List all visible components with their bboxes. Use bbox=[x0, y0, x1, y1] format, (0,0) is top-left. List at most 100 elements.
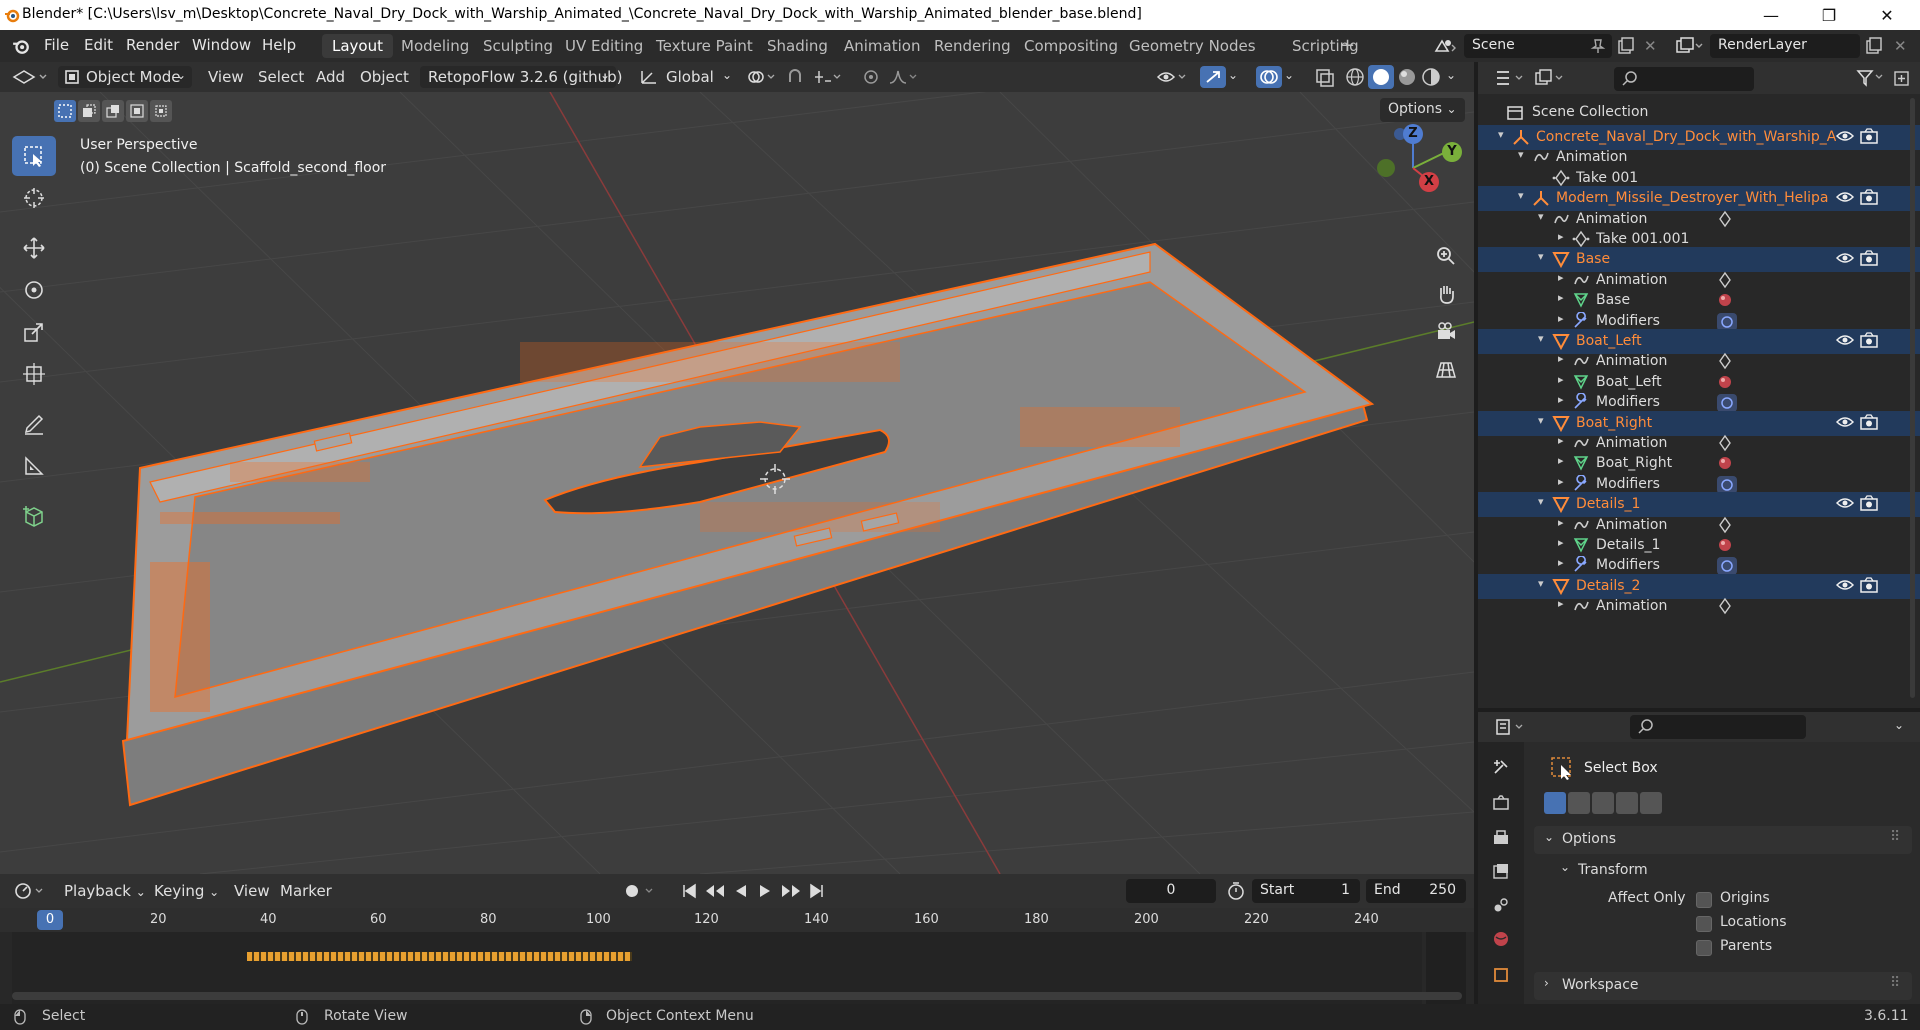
tool-cursor[interactable] bbox=[12, 178, 56, 218]
pin-icon[interactable] bbox=[1590, 38, 1606, 54]
menu-object[interactable]: Object bbox=[352, 66, 417, 88]
view-layer-tab-icon[interactable] bbox=[1486, 856, 1516, 886]
properties-editor-type-icon[interactable] bbox=[1494, 717, 1528, 737]
scene-tab-icon[interactable] bbox=[1486, 890, 1516, 920]
workspace-panel-header[interactable]: › Workspace ⠿ bbox=[1534, 972, 1912, 1000]
locations-checkbox[interactable] bbox=[1696, 916, 1712, 932]
minimize-button[interactable]: — bbox=[1748, 0, 1794, 30]
perspective-toggle-icon[interactable] bbox=[1428, 352, 1464, 388]
menu-add[interactable]: Add bbox=[308, 66, 353, 88]
view-layer-icon[interactable] bbox=[1674, 35, 1704, 57]
tool-rotate[interactable] bbox=[12, 270, 56, 310]
proportional-editing-icon[interactable] bbox=[862, 68, 880, 86]
outliner-row-scene-collection[interactable]: Scene Collection bbox=[1478, 100, 1920, 125]
jump-to-keyframe-prev-icon[interactable] bbox=[704, 882, 726, 900]
options-panel-header[interactable]: ⌄ Options ⠿ bbox=[1534, 826, 1912, 854]
shading-material-icon[interactable] bbox=[1396, 66, 1418, 88]
chevron-down-icon[interactable]: ⌄ bbox=[1446, 68, 1456, 82]
tab-shading[interactable]: Shading bbox=[757, 34, 838, 58]
menu-select[interactable]: Select bbox=[250, 66, 312, 88]
collapse-arrow-icon[interactable]: ▸ bbox=[1558, 230, 1564, 243]
visibility-eye-icon[interactable] bbox=[1836, 414, 1854, 430]
new-view-layer-icon[interactable] bbox=[1864, 36, 1884, 56]
select-invert-icon[interactable] bbox=[126, 100, 148, 122]
tab-texture-paint[interactable]: Texture Paint bbox=[646, 34, 763, 58]
collapse-arrow-icon[interactable]: ▸ bbox=[1558, 271, 1564, 284]
scene-selector-icon[interactable] bbox=[1432, 35, 1458, 57]
pan-hand-icon[interactable] bbox=[1428, 276, 1464, 312]
parents-checkbox[interactable] bbox=[1696, 940, 1712, 956]
timeline-keying-menu[interactable]: Keying ⌄ bbox=[146, 880, 227, 902]
visibility-eye-icon[interactable] bbox=[1836, 189, 1854, 205]
render-tab-icon[interactable] bbox=[1486, 788, 1516, 818]
display-mode-icon[interactable] bbox=[1534, 68, 1568, 88]
outliner-row[interactable]: ▸ Animation bbox=[1478, 594, 1920, 619]
close-window-button[interactable]: ✕ bbox=[1864, 0, 1910, 30]
select-extend-icon[interactable] bbox=[1568, 792, 1590, 814]
view-layer-name-field[interactable]: RenderLayer bbox=[1710, 34, 1860, 58]
tab-animation[interactable]: Animation bbox=[834, 34, 930, 58]
viewport-scene[interactable] bbox=[0, 92, 1474, 874]
collapse-arrow-icon[interactable]: ▸ bbox=[1558, 475, 1564, 488]
collapse-arrow-icon[interactable]: ▸ bbox=[1558, 536, 1564, 549]
gizmo-toggle-icon[interactable] bbox=[1200, 66, 1226, 88]
chevron-down-icon[interactable]: ⌄ bbox=[1284, 68, 1294, 82]
tool-scale[interactable] bbox=[12, 312, 56, 352]
tool-measure[interactable] bbox=[12, 446, 56, 486]
proportional-falloff-icon[interactable] bbox=[888, 68, 918, 86]
expand-arrow-icon[interactable]: ▾ bbox=[1538, 210, 1544, 223]
gizmo-x-axis[interactable]: X bbox=[1419, 172, 1439, 192]
keyframe-strip[interactable] bbox=[247, 952, 632, 961]
select-extend-icon[interactable] bbox=[78, 100, 100, 122]
render-camera-icon[interactable] bbox=[1860, 577, 1878, 593]
tab-uv-editing[interactable]: UV Editing bbox=[555, 34, 653, 58]
new-scene-icon[interactable] bbox=[1616, 36, 1636, 56]
tab-compositing[interactable]: Compositing bbox=[1014, 34, 1128, 58]
end-frame-field[interactable]: End 250 bbox=[1366, 879, 1466, 903]
transform-subpanel-header[interactable]: ⌄ Transform bbox=[1552, 858, 1912, 884]
navigation-gizmo[interactable]: Z Y X bbox=[1360, 120, 1470, 210]
xray-toggle-icon[interactable] bbox=[1314, 67, 1336, 87]
snap-icon[interactable] bbox=[786, 68, 808, 86]
expand-arrow-icon[interactable]: ▾ bbox=[1518, 148, 1524, 161]
collapse-arrow-icon[interactable]: ▸ bbox=[1558, 393, 1564, 406]
start-frame-field[interactable]: Start 1 bbox=[1252, 879, 1360, 903]
add-workspace-button[interactable]: + bbox=[1330, 32, 1365, 56]
editor-type-icon[interactable] bbox=[10, 67, 50, 87]
tab-modeling[interactable]: Modeling bbox=[391, 34, 479, 58]
render-camera-icon[interactable] bbox=[1860, 495, 1878, 511]
render-camera-icon[interactable] bbox=[1860, 413, 1878, 430]
tool-annotate[interactable] bbox=[12, 404, 56, 444]
render-camera-icon[interactable] bbox=[1860, 332, 1878, 348]
select-subtract-icon[interactable] bbox=[1592, 792, 1614, 814]
tab-geometry-nodes[interactable]: Geometry Nodes bbox=[1119, 34, 1266, 58]
timeline-editor-type-icon[interactable] bbox=[14, 881, 48, 901]
delete-scene-icon[interactable]: ✕ bbox=[1644, 37, 1657, 55]
origins-checkbox[interactable] bbox=[1696, 892, 1712, 908]
timeline-view-menu[interactable]: View bbox=[226, 880, 278, 902]
chevron-down-icon[interactable]: ⌄ bbox=[1894, 718, 1904, 732]
jump-to-end-icon[interactable] bbox=[808, 882, 826, 900]
select-new-icon[interactable] bbox=[54, 100, 76, 122]
timeline-marker-menu[interactable]: Marker bbox=[272, 880, 340, 902]
visibility-eye-icon[interactable] bbox=[1836, 332, 1854, 348]
properties-search-input[interactable] bbox=[1630, 715, 1806, 739]
playhead-frame[interactable]: 0 bbox=[37, 910, 63, 930]
tool-settings-tab-icon[interactable] bbox=[1486, 752, 1516, 782]
render-camera-icon[interactable] bbox=[1860, 189, 1878, 205]
menu-edit[interactable]: Edit bbox=[84, 36, 113, 54]
jump-to-start-icon[interactable] bbox=[680, 882, 698, 900]
menu-render[interactable]: Render bbox=[126, 36, 179, 54]
menu-view[interactable]: View bbox=[200, 66, 252, 88]
visibility-eye-icon[interactable] bbox=[1836, 128, 1854, 144]
shading-rendered-icon[interactable] bbox=[1420, 66, 1442, 88]
visibility-eye-icon[interactable] bbox=[1836, 577, 1854, 593]
select-subtract-icon[interactable] bbox=[102, 100, 124, 122]
tool-add-cube[interactable] bbox=[12, 496, 56, 536]
collapse-arrow-icon[interactable]: ▸ bbox=[1558, 312, 1564, 325]
delete-view-layer-icon[interactable]: ✕ bbox=[1894, 37, 1907, 55]
tab-rendering[interactable]: Rendering bbox=[924, 34, 1021, 58]
tool-transform[interactable] bbox=[12, 354, 56, 394]
collapse-arrow-icon[interactable]: ▸ bbox=[1558, 516, 1564, 529]
tab-layout[interactable]: Layout bbox=[322, 34, 393, 58]
